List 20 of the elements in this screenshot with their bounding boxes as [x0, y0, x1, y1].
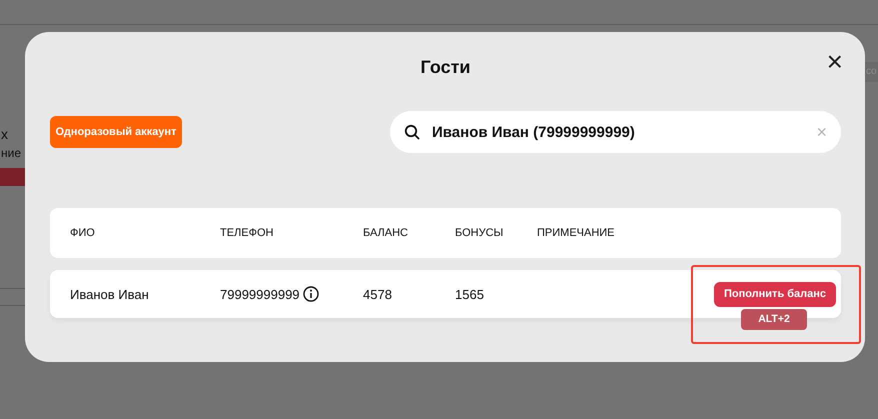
table-cell-text: 1565	[455, 286, 485, 302]
table-cell-text: 4578	[363, 286, 393, 302]
search-icon	[404, 124, 420, 140]
background-text: ние	[1, 146, 22, 160]
close-button[interactable]: ×	[826, 48, 843, 76]
one-time-account-button[interactable]: Одноразовый аккаунт	[50, 116, 182, 148]
column-header: ФИО	[70, 227, 96, 239]
column-header: БАЛАНС	[363, 227, 409, 239]
info-icon[interactable]	[302, 286, 319, 302]
column-header: ПРИМЕЧАНИЕ	[537, 227, 616, 239]
background-bar	[0, 168, 26, 186]
column-header: БОНУСЫ	[455, 227, 504, 239]
shortcut-tooltip: ALT+2	[741, 308, 807, 330]
table-cell-text: Иванов Иван	[70, 286, 150, 302]
table-cell: 79999999999	[220, 286, 300, 302]
background-text: х	[1, 126, 8, 142]
dialog-title: Гости	[420, 56, 470, 79]
search-field[interactable]: Иванов Иван (79999999999) ×	[390, 111, 841, 153]
top-up-button[interactable]: Пополнить баланс	[714, 282, 836, 306]
column-header: ТЕЛЕФОН	[220, 227, 274, 239]
